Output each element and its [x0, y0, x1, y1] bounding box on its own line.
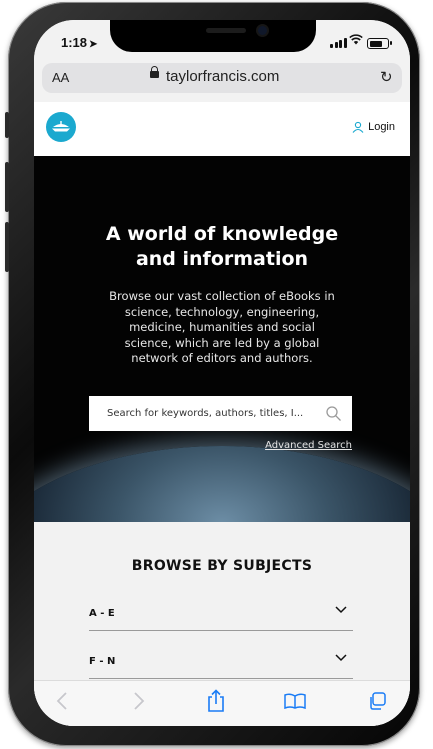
subject-item-f-n[interactable]: F - N — [89, 648, 353, 679]
safari-toolbar — [34, 680, 410, 726]
front-camera — [258, 26, 267, 35]
subject-label: A - E — [89, 608, 115, 619]
subject-item-a-e[interactable]: A - E — [89, 600, 353, 631]
notch — [110, 20, 316, 52]
phone-screen: 1:18 ➤ AA taylorfrancis.com ↻ Login A wo… — [34, 20, 410, 726]
hero-title: A world of knowledge and information — [34, 222, 410, 272]
address-bar[interactable]: AA taylorfrancis.com ↻ — [42, 63, 402, 93]
advanced-search-link[interactable]: Advanced Search — [252, 440, 352, 451]
search-input[interactable] — [89, 396, 327, 431]
wifi-icon — [349, 34, 363, 48]
volume-up-button — [5, 162, 9, 212]
login-link[interactable]: Login — [352, 121, 395, 133]
signal-icon — [330, 38, 347, 48]
search-box[interactable] — [89, 396, 352, 431]
volume-down-button — [5, 222, 9, 272]
back-icon[interactable] — [56, 691, 68, 711]
battery-tip — [390, 41, 392, 45]
hero-title-line1: A world of knowledge — [105, 223, 339, 245]
chevron-down-icon[interactable] — [335, 654, 347, 662]
logo-icon[interactable] — [46, 112, 76, 142]
url-text[interactable]: taylorfrancis.com — [166, 68, 279, 85]
login-label[interactable]: Login — [368, 121, 395, 133]
subject-label: F - N — [89, 656, 116, 667]
text-size-button[interactable]: AA — [52, 70, 69, 85]
hero-title-line2: and information — [135, 248, 309, 270]
share-icon[interactable] — [206, 689, 226, 713]
forward-icon[interactable] — [133, 691, 145, 711]
search-icon[interactable] — [325, 405, 342, 422]
location-arrow-icon: ➤ — [89, 39, 98, 50]
site-header: Login — [34, 102, 410, 156]
bookmarks-icon[interactable] — [284, 693, 306, 709]
mute-switch — [5, 112, 9, 138]
hero-section: A world of knowledge and information Bro… — [34, 156, 410, 522]
battery-icon — [367, 38, 389, 49]
reload-icon[interactable]: ↻ — [380, 68, 393, 86]
chevron-down-icon[interactable] — [335, 606, 347, 614]
hero-description: Browse our vast collection of eBooks in … — [109, 289, 335, 365]
status-time-text: 1:18 — [61, 35, 88, 50]
lock-icon — [150, 66, 159, 78]
status-time: 1:18 ➤ — [61, 35, 97, 50]
browse-title: BROWSE BY SUBJECTS — [131, 558, 313, 574]
tabs-icon[interactable] — [367, 691, 387, 711]
user-icon — [352, 121, 364, 133]
earth-horizon-image — [34, 446, 410, 522]
speaker — [206, 28, 246, 33]
